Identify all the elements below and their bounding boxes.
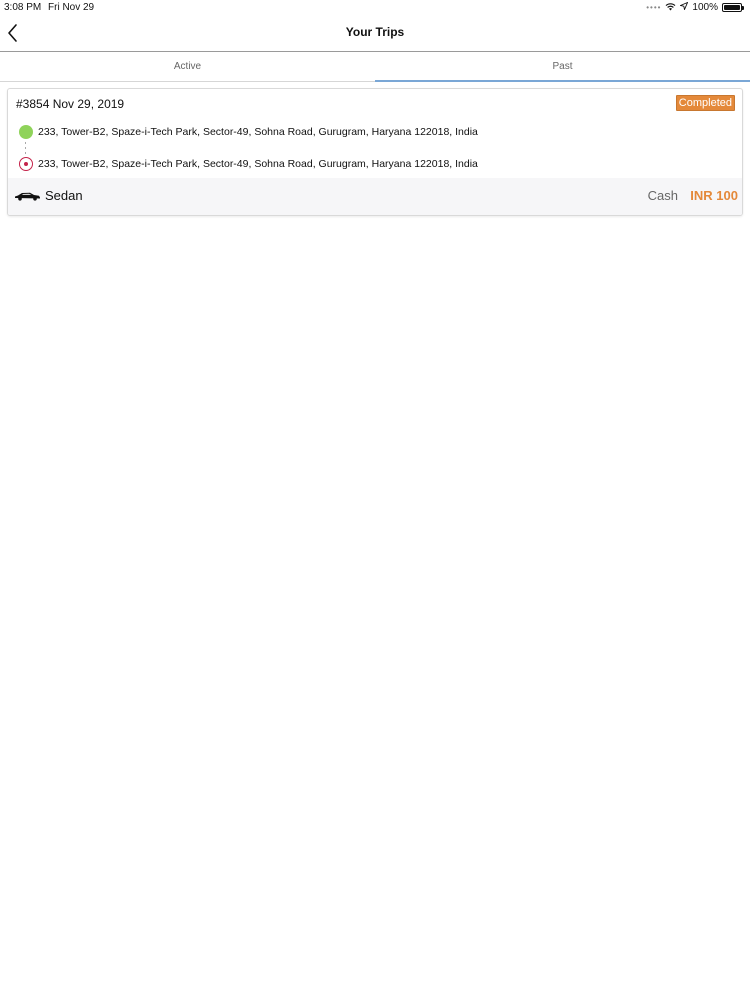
battery-icon <box>722 3 744 12</box>
battery-percent: 100% <box>692 2 718 13</box>
drop-row: 233, Tower-B2, Spaze-i-Tech Park, Sector… <box>19 156 719 172</box>
status-bar: 3:08 PM Fri Nov 29 •••• 100% <box>0 0 750 16</box>
location-arrow-icon <box>679 1 689 13</box>
pickup-dot-icon <box>19 125 33 139</box>
route-connector <box>25 140 27 156</box>
navigation-bar: Your Trips <box>0 16 750 52</box>
car-type: Sedan <box>45 188 83 203</box>
trip-footer: Sedan Cash INR 100 <box>8 178 742 215</box>
trip-route: 233, Tower-B2, Spaze-i-Tech Park, Sector… <box>19 124 719 172</box>
cellular-dots-icon: •••• <box>646 3 662 12</box>
trip-tabs: Active Past <box>0 52 750 82</box>
status-time: 3:08 PM <box>4 2 42 13</box>
status-indicators: •••• 100% <box>646 1 744 13</box>
sedan-car-icon <box>15 192 40 201</box>
pickup-address: 233, Tower-B2, Spaze-i-Tech Park, Sector… <box>38 126 478 138</box>
fare-amount: INR 100 <box>690 188 738 203</box>
page-title: Your Trips <box>345 25 405 39</box>
tab-past[interactable]: Past <box>375 52 750 82</box>
payment-method: Cash <box>647 188 678 203</box>
trip-card[interactable]: #3854 Nov 29, 2019 Completed 233, Tower-… <box>7 88 743 216</box>
tab-active[interactable]: Active <box>0 52 375 81</box>
wifi-icon <box>665 2 676 13</box>
status-date: Fri Nov 29 <box>48 2 95 13</box>
drop-target-icon <box>19 157 33 171</box>
pickup-row: 233, Tower-B2, Spaze-i-Tech Park, Sector… <box>19 124 719 140</box>
status-badge: Completed <box>675 95 735 111</box>
trip-id-date: #3854 Nov 29, 2019 <box>16 97 125 111</box>
battery-fill <box>724 5 740 10</box>
drop-address: 233, Tower-B2, Spaze-i-Tech Park, Sector… <box>38 158 478 170</box>
